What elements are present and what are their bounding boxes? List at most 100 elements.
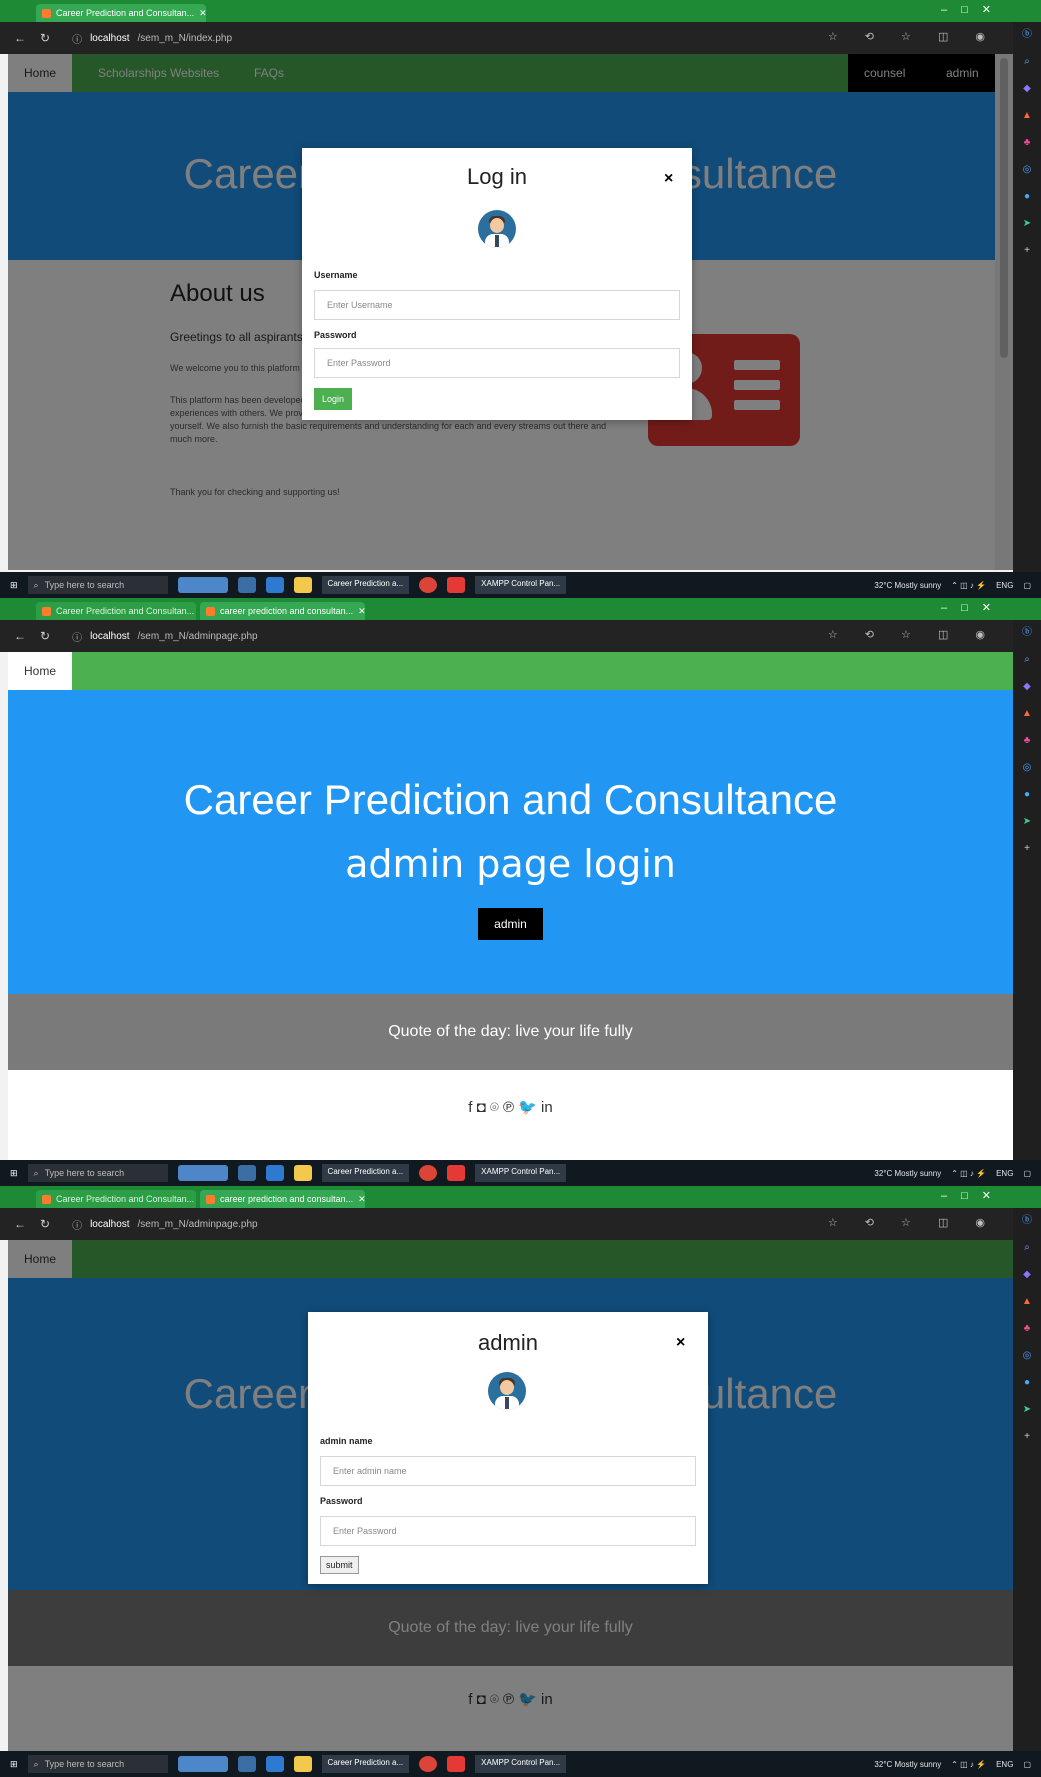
- taskbar-search[interactable]: ⌕ Type here to search: [27, 1755, 168, 1773]
- bing-icon[interactable]: ⓑ: [1022, 628, 1032, 638]
- notification-icon[interactable]: ▢: [1023, 581, 1031, 590]
- weather-status[interactable]: 32°C Mostly sunny: [874, 1169, 941, 1178]
- office-icon[interactable]: ◎: [1023, 763, 1032, 773]
- task-view-icon[interactable]: [237, 1165, 256, 1181]
- password-input[interactable]: Enter Password: [320, 1516, 696, 1546]
- explorer-icon[interactable]: [293, 1756, 312, 1772]
- back-icon[interactable]: ←: [14, 1217, 26, 1231]
- bing-icon[interactable]: ⓑ: [1022, 1216, 1032, 1226]
- games-icon[interactable]: ♣: [1024, 1324, 1031, 1334]
- app-icon[interactable]: [447, 1165, 466, 1181]
- browser-tab[interactable]: Career Prediction and Consultan... ✕: [36, 602, 196, 620]
- submit-button[interactable]: submit: [320, 1556, 359, 1574]
- reload-icon[interactable]: ↻: [40, 31, 50, 45]
- admin-name-input[interactable]: Enter admin name: [320, 1456, 696, 1486]
- chrome-icon[interactable]: [419, 1165, 438, 1181]
- notification-icon[interactable]: ▢: [1023, 1760, 1031, 1769]
- browser-toolbar-icons[interactable]: ☆ ⟲ ☆ ◫ ◉: [828, 30, 997, 43]
- reload-icon[interactable]: ↻: [40, 1217, 50, 1231]
- edge-icon[interactable]: [265, 577, 284, 593]
- tools-icon[interactable]: ▲: [1022, 1297, 1032, 1307]
- chrome-icon[interactable]: [419, 1756, 438, 1772]
- tab-close-icon[interactable]: ✕: [358, 606, 365, 617]
- windows-start-icon[interactable]: ⊞: [10, 580, 18, 591]
- add-icon[interactable]: +: [1024, 844, 1030, 854]
- nav-home[interactable]: Home: [8, 652, 73, 690]
- explorer-icon[interactable]: [293, 1165, 312, 1181]
- username-input[interactable]: Enter Username: [314, 290, 680, 320]
- taskbar-xampp[interactable]: XAMPP Control Pan...: [475, 1755, 567, 1773]
- send-icon[interactable]: ➤: [1023, 817, 1031, 827]
- tray-icons[interactable]: ⌃ ◫ ♪ ⚡: [951, 1760, 986, 1769]
- app-icon[interactable]: [447, 1756, 466, 1772]
- language-indicator[interactable]: ENG: [996, 581, 1013, 590]
- back-icon[interactable]: ←: [14, 629, 26, 643]
- outlook-icon[interactable]: ●: [1024, 790, 1030, 800]
- window-controls[interactable]: –□✕: [941, 1189, 1005, 1202]
- browser-toolbar-icons[interactable]: ☆ ⟲ ☆ ◫ ◉: [828, 628, 997, 641]
- shopping-icon[interactable]: ◆: [1023, 84, 1031, 94]
- browser-toolbar-icons[interactable]: ☆ ⟲ ☆ ◫ ◉: [828, 1216, 997, 1229]
- outlook-icon[interactable]: ●: [1024, 192, 1030, 202]
- search-icon[interactable]: ⌕: [1024, 1243, 1030, 1253]
- back-icon[interactable]: ←: [14, 31, 26, 45]
- tray-icons[interactable]: ⌃ ◫ ♪ ⚡: [951, 1169, 986, 1178]
- url-field[interactable]: ⓘ localhost/sem_m_N/adminpage.php: [72, 629, 258, 644]
- send-icon[interactable]: ➤: [1023, 1405, 1031, 1415]
- url-field[interactable]: ⓘ localhost/sem_m_N/adminpage.php: [72, 1217, 258, 1232]
- browser-tab-active[interactable]: career prediction and consultan... ✕: [200, 602, 365, 620]
- weather-widget-icon[interactable]: [177, 1165, 228, 1181]
- url-field[interactable]: ⓘ localhost/sem_m_N/index.php: [72, 31, 232, 46]
- windows-start-icon[interactable]: ⊞: [10, 1168, 18, 1179]
- windows-start-icon[interactable]: ⊞: [10, 1759, 18, 1770]
- search-icon[interactable]: ⌕: [1024, 655, 1030, 665]
- password-input[interactable]: Enter Password: [314, 348, 680, 378]
- taskbar-browser[interactable]: Career Prediction a...: [321, 576, 410, 594]
- add-icon[interactable]: +: [1024, 1432, 1030, 1442]
- language-indicator[interactable]: ENG: [996, 1169, 1013, 1178]
- window-controls[interactable]: –□✕: [941, 601, 1005, 614]
- notification-icon[interactable]: ▢: [1023, 1169, 1031, 1178]
- taskbar-xampp[interactable]: XAMPP Control Pan...: [475, 576, 567, 594]
- taskbar-search[interactable]: ⌕ Type here to search: [27, 1164, 168, 1182]
- tab-close-icon[interactable]: ✕: [199, 8, 206, 19]
- office-icon[interactable]: ◎: [1023, 1351, 1032, 1361]
- browser-tab[interactable]: Career Prediction and Consultan... ✕: [36, 1190, 196, 1208]
- weather-widget-icon[interactable]: [177, 577, 228, 593]
- send-icon[interactable]: ➤: [1023, 219, 1031, 229]
- close-icon[interactable]: ×: [664, 170, 673, 188]
- taskbar-browser[interactable]: Career Prediction a...: [321, 1164, 410, 1182]
- bing-icon[interactable]: ⓑ: [1022, 30, 1032, 40]
- chrome-icon[interactable]: [419, 577, 438, 593]
- task-view-icon[interactable]: [237, 1756, 256, 1772]
- language-indicator[interactable]: ENG: [996, 1760, 1013, 1769]
- close-icon[interactable]: ×: [676, 1334, 685, 1352]
- outlook-icon[interactable]: ●: [1024, 1378, 1030, 1388]
- app-icon[interactable]: [447, 577, 466, 593]
- tab-close-icon[interactable]: ✕: [358, 1194, 365, 1205]
- weather-status[interactable]: 32°C Mostly sunny: [874, 581, 941, 590]
- tools-icon[interactable]: ▲: [1022, 111, 1032, 121]
- weather-status[interactable]: 32°C Mostly sunny: [874, 1760, 941, 1769]
- login-button[interactable]: Login: [314, 388, 353, 410]
- weather-widget-icon[interactable]: [177, 1756, 228, 1772]
- games-icon[interactable]: ♣: [1024, 736, 1031, 746]
- taskbar-xampp[interactable]: XAMPP Control Pan...: [475, 1164, 567, 1182]
- shopping-icon[interactable]: ◆: [1023, 1270, 1031, 1280]
- explorer-icon[interactable]: [293, 577, 312, 593]
- taskbar-browser[interactable]: Career Prediction a...: [321, 1755, 410, 1773]
- shopping-icon[interactable]: ◆: [1023, 682, 1031, 692]
- add-icon[interactable]: +: [1024, 246, 1030, 256]
- window-controls[interactable]: –□✕: [941, 3, 1005, 16]
- reload-icon[interactable]: ↻: [40, 629, 50, 643]
- browser-tab-active[interactable]: career prediction and consultan... ✕: [200, 1190, 365, 1208]
- taskbar-search[interactable]: ⌕ Type here to search: [27, 576, 168, 594]
- task-view-icon[interactable]: [237, 577, 256, 593]
- admin-button[interactable]: admin: [478, 908, 543, 940]
- tools-icon[interactable]: ▲: [1022, 709, 1032, 719]
- edge-icon[interactable]: [265, 1165, 284, 1181]
- edge-icon[interactable]: [265, 1756, 284, 1772]
- browser-tab[interactable]: Career Prediction and Consultan... ✕: [36, 4, 206, 22]
- tray-icons[interactable]: ⌃ ◫ ♪ ⚡: [951, 581, 986, 590]
- office-icon[interactable]: ◎: [1023, 165, 1032, 175]
